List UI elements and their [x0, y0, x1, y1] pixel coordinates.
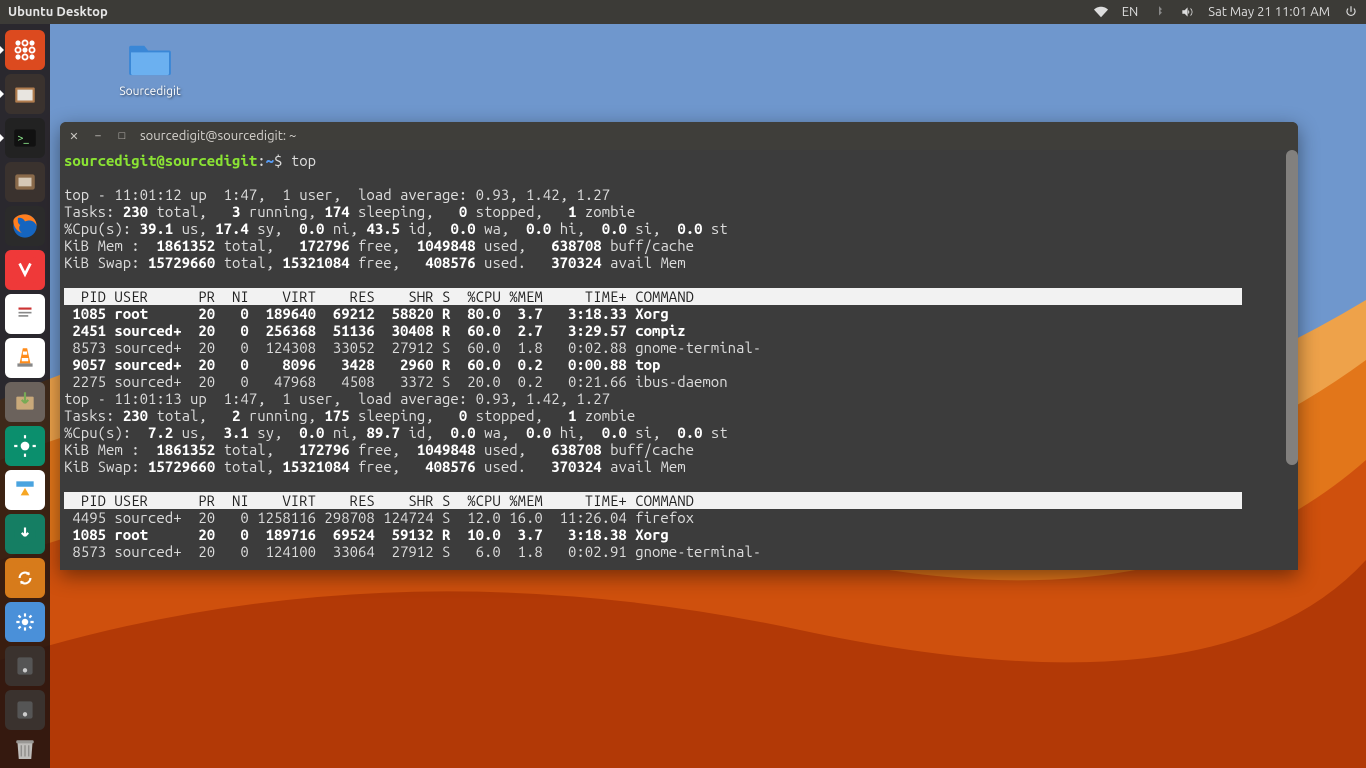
window-titlebar[interactable]: ✕ – □ sourcedigit@sourcedigit: ~ — [60, 122, 1298, 150]
sound-indicator[interactable] — [1180, 5, 1194, 19]
firefox-icon[interactable] — [4, 206, 46, 246]
bluetooth-indicator[interactable] — [1152, 5, 1166, 19]
scrollbar[interactable] — [1286, 150, 1298, 465]
screenshot-icon[interactable] — [4, 426, 46, 466]
editor-icon[interactable] — [4, 294, 46, 334]
session-indicator[interactable] — [1344, 5, 1358, 19]
active-window-title: Ubuntu Desktop — [8, 5, 108, 19]
network-indicator[interactable] — [1094, 5, 1108, 19]
unity-launcher: >_ — [0, 24, 50, 768]
gdebi-icon[interactable] — [4, 382, 46, 422]
settings-icon[interactable] — [4, 602, 46, 642]
files-icon[interactable] — [4, 74, 46, 114]
sync-icon[interactable] — [4, 558, 46, 598]
update-icon[interactable] — [4, 514, 46, 554]
language-indicator[interactable]: EN — [1122, 5, 1139, 19]
vivaldi-icon[interactable] — [4, 250, 46, 290]
minimize-icon[interactable]: – — [92, 130, 104, 142]
terminal-output[interactable]: sourcedigit@sourcedigit:~$ top top - 11:… — [60, 150, 1298, 570]
device2-icon[interactable] — [4, 690, 46, 730]
top-panel: Ubuntu Desktop EN Sat May 21 11:01 AM — [0, 0, 1366, 24]
terminal-window[interactable]: ✕ – □ sourcedigit@sourcedigit: ~ sourced… — [60, 122, 1298, 570]
maximize-icon[interactable]: □ — [116, 130, 128, 142]
device-icon[interactable] — [4, 646, 46, 686]
software-icon[interactable] — [4, 470, 46, 510]
terminal-icon[interactable]: >_ — [4, 118, 46, 158]
desktop-folder[interactable]: Sourcedigit — [110, 40, 190, 98]
close-icon[interactable]: ✕ — [68, 130, 80, 142]
vlc-icon[interactable] — [4, 338, 46, 378]
desktop-folder-label: Sourcedigit — [110, 85, 190, 98]
nautilus-icon[interactable] — [4, 162, 46, 202]
trash-icon[interactable] — [4, 734, 46, 764]
window-title: sourcedigit@sourcedigit: ~ — [140, 129, 296, 143]
dash-icon[interactable] — [4, 30, 46, 70]
clock[interactable]: Sat May 21 11:01 AM — [1208, 5, 1330, 19]
svg-text:>_: >_ — [17, 132, 29, 144]
